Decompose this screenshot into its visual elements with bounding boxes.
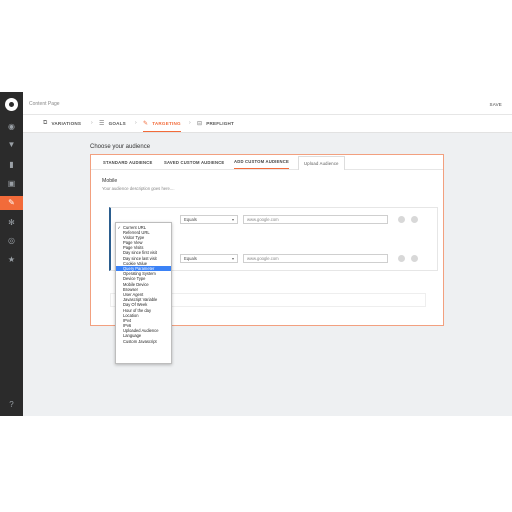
tab-saved-custom-audience[interactable]: SAVED CUSTOM AUDIENCE bbox=[164, 155, 224, 169]
add-rule-button[interactable] bbox=[398, 216, 405, 223]
add-rule-button[interactable] bbox=[398, 255, 405, 262]
dropdown-option[interactable]: Custom Javascript bbox=[116, 339, 171, 344]
step-variations[interactable]: ⧉ VARIATIONS bbox=[43, 115, 81, 132]
top-bar: Content Page SAVE bbox=[23, 92, 512, 114]
tab-add-custom-audience[interactable]: ADD CUSTOM AUDIENCE bbox=[234, 155, 289, 169]
audience-name[interactable]: Mobile bbox=[102, 178, 117, 184]
remove-rule-button[interactable] bbox=[411, 216, 418, 223]
value-input[interactable]: www.google.com bbox=[243, 215, 388, 224]
step-targeting[interactable]: ✎ TARGETING bbox=[143, 115, 181, 132]
remove-rule-button[interactable] bbox=[411, 255, 418, 262]
tab-standard-audience[interactable]: STANDARD AUDIENCE bbox=[103, 155, 152, 169]
chevron-right-icon: › bbox=[189, 120, 191, 126]
dashboard-icon[interactable]: ◉ bbox=[0, 120, 23, 134]
targeting-nav-icon[interactable]: ✎ bbox=[0, 196, 23, 210]
value-placeholder: www.google.com bbox=[247, 256, 279, 261]
value-input[interactable]: www.google.com bbox=[243, 254, 388, 263]
chevron-down-icon: ▾ bbox=[231, 217, 234, 222]
preflight-icon: ⊟ bbox=[197, 121, 203, 127]
dropdown-options: Current URLReferrerd URLVisitor TypePage… bbox=[116, 223, 171, 344]
sidebar: ◉ ▼ ▮ ▣ ✎ ✻ ◎ ★ ? bbox=[0, 92, 23, 416]
trash-icon[interactable]: ▮ bbox=[0, 158, 23, 172]
operator-select[interactable]: Equals ▾ bbox=[180, 215, 238, 224]
chevron-right-icon: › bbox=[91, 120, 93, 126]
app-logo bbox=[5, 98, 18, 111]
filter-icon[interactable]: ▼ bbox=[0, 138, 23, 152]
targeting-icon: ✎ bbox=[143, 120, 149, 127]
chevron-down-icon: ▾ bbox=[231, 256, 234, 261]
chevron-right-icon: › bbox=[135, 120, 137, 126]
value-placeholder: www.google.com bbox=[247, 217, 279, 222]
audience-tabs: STANDARD AUDIENCE SAVED CUSTOM AUDIENCE … bbox=[91, 155, 443, 170]
variations-icon: ⧉ bbox=[43, 120, 48, 126]
step-label: GOALS bbox=[108, 121, 126, 126]
save-button[interactable]: SAVE bbox=[490, 102, 502, 107]
tab-upload-audience[interactable]: Upload Audience bbox=[298, 156, 345, 170]
goals-icon: ☰ bbox=[99, 121, 105, 127]
page-title: Content Page bbox=[29, 101, 60, 107]
step-goals[interactable]: ☰ GOALS bbox=[99, 115, 126, 132]
operator-value: Equals bbox=[184, 256, 197, 261]
step-label: PREFLIGHT bbox=[206, 121, 235, 126]
document-icon[interactable]: ▣ bbox=[0, 177, 23, 191]
step-bar: ⧉ VARIATIONS › ☰ GOALS › ✎ TARGETING › ⊟… bbox=[23, 114, 512, 133]
attribute-dropdown-menu[interactable]: Current URLReferrerd URLVisitor TypePage… bbox=[115, 222, 172, 364]
target-icon[interactable]: ◎ bbox=[0, 234, 23, 248]
help-icon[interactable]: ? bbox=[0, 398, 23, 412]
section-heading: Choose your audience bbox=[90, 144, 151, 150]
step-preflight[interactable]: ⊟ PREFLIGHT bbox=[197, 115, 234, 132]
star-icon[interactable]: ★ bbox=[0, 253, 23, 267]
step-label: VARIATIONS bbox=[51, 121, 82, 126]
settings-icon[interactable]: ✻ bbox=[0, 216, 23, 230]
operator-select[interactable]: Equals ▾ bbox=[180, 254, 238, 263]
operator-value: Equals bbox=[184, 217, 197, 222]
step-label: TARGETING bbox=[152, 120, 181, 126]
audience-description[interactable]: Your audience description goes here.... bbox=[102, 186, 174, 191]
